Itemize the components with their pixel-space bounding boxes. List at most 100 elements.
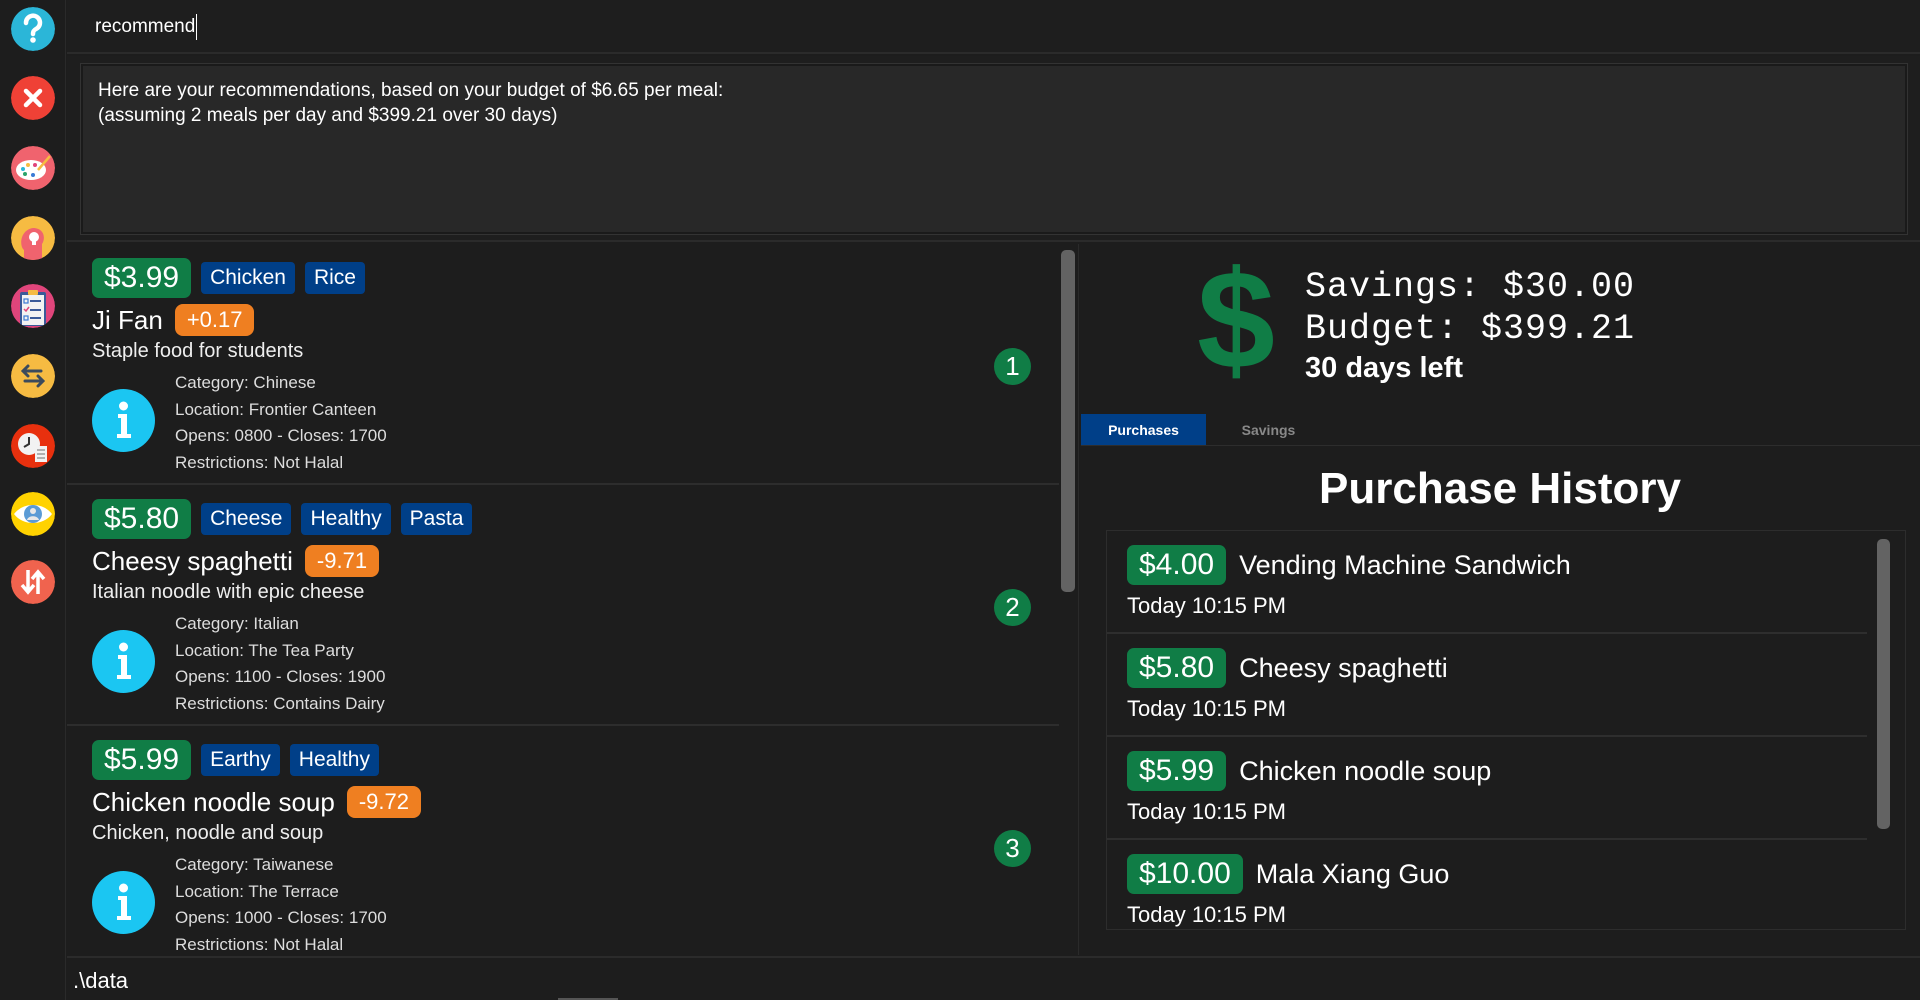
food-tag: Chicken: [201, 262, 295, 294]
purchase-time: Today 10:15 PM: [1127, 902, 1286, 927]
food-hours: Opens: 1000 - Closes: 1700: [175, 908, 387, 927]
idea-head-icon: [11, 216, 55, 260]
swap-button[interactable]: [11, 354, 55, 398]
exit-button[interactable]: [11, 76, 55, 120]
result-display: Here are your recommendations, based on …: [67, 56, 1920, 242]
purchase-time: Today 10:15 PM: [1127, 593, 1286, 618]
clipboard-checklist-icon: [11, 284, 55, 328]
command-input[interactable]: [95, 12, 1875, 42]
food-restrictions: Restrictions: Not Halal: [175, 934, 344, 954]
info-icon: [92, 389, 155, 452]
palette-icon: [11, 146, 55, 190]
food-tag: Pasta: [400, 503, 473, 535]
food-restrictions: Restrictions: Not Halal: [175, 452, 344, 472]
food-description: Staple food for students: [92, 340, 304, 362]
food-location: Location: Frontier Canteen: [175, 399, 377, 419]
command-box: [67, 0, 1920, 54]
food-restrictions: Restrictions: Contains Dairy: [175, 693, 385, 713]
recommendation-card[interactable]: $5.80 Cheese Healthy Pasta Cheesy spaghett…: [67, 485, 1059, 726]
purchase-history-item[interactable]: $4.00 Vending Machine Sandwich Today 10:…: [1107, 531, 1867, 634]
purchase-history-list: $10.00 Mala Xiang Guo Today 10:15 PM $5.…: [1106, 530, 1906, 930]
food-category: Category: Italian: [175, 614, 299, 633]
sort-arrows-icon: [11, 560, 55, 604]
food-name: Chicken noodle soup: [92, 786, 335, 817]
clock-checklist-icon: [11, 424, 55, 468]
rank-badge: 1: [994, 348, 1031, 385]
purchase-history-item[interactable]: $5.80 Cheesy spaghetti Today 10:15 PM: [1107, 634, 1867, 737]
data-file-path: .\data: [73, 968, 129, 993]
budget-difference-badge: +0.17: [174, 304, 255, 336]
budget-difference-badge: -9.72: [346, 786, 421, 818]
purchase-history-item[interactable]: $5.99 Chicken noodle soup Today 10:15 PM: [1107, 737, 1867, 840]
food-tag: Rice: [304, 262, 365, 294]
info-icon: [92, 630, 155, 693]
purchase-price-badge: $4.00: [1127, 545, 1227, 585]
swap-arrows-icon: [11, 354, 55, 398]
help-button[interactable]: [11, 7, 55, 51]
rank-badge: 3: [994, 830, 1031, 867]
recommendation-list-scrollbar[interactable]: [1061, 250, 1075, 592]
food-location: Location: The Tea Party: [175, 640, 354, 660]
purchase-time: Today 10:15 PM: [1127, 696, 1286, 721]
food-details: Category: Taiwanese Location: The Terrac…: [175, 852, 387, 955]
result-text-area[interactable]: Here are your recommendations, based on …: [80, 63, 1908, 235]
recommendation-card[interactable]: $5.99 Earthy Healthy Chicken noodle soup …: [67, 726, 1059, 955]
schedule-button[interactable]: [11, 424, 55, 468]
purchase-time: Today 10:15 PM: [1127, 799, 1286, 824]
purchase-history-title: Purchase History: [1319, 464, 1681, 513]
text-caret: [196, 14, 198, 40]
food-category: Category: Chinese: [175, 373, 316, 392]
price-badge: $3.99: [92, 258, 192, 298]
food-name: Ji Fan: [92, 304, 163, 335]
food-details: Category: Italian Location: The Tea Part…: [175, 611, 385, 717]
dollar-sign-icon: $: [1197, 260, 1275, 385]
purchase-name: Chicken noodle soup: [1239, 755, 1492, 786]
savings-amount: Savings: $30.00: [1305, 267, 1636, 307]
budget-amount: Budget: $399.21: [1305, 309, 1636, 349]
purchase-name: Mala Xiang Guo: [1255, 858, 1450, 889]
recommendation-card[interactable]: $3.99 Chicken Rice Ji Fan +0.17 Staple fo…: [67, 244, 1059, 485]
price-badge: $5.99: [92, 740, 192, 780]
status-bar: .\data: [67, 956, 1920, 1000]
days-left: 30 days left: [1305, 352, 1463, 384]
sidebar: [0, 0, 66, 1000]
food-location: Location: The Terrace: [175, 881, 339, 901]
history-tab-bar: Purchases Savings: [1081, 414, 1920, 446]
price-badge: $5.80: [92, 499, 192, 539]
food-description: Italian noodle with epic cheese: [92, 581, 365, 603]
food-tag: Healthy: [301, 503, 391, 535]
recommend-button[interactable]: [11, 216, 55, 260]
food-tag: Earthy: [201, 744, 280, 776]
purchase-price-badge: $10.00: [1127, 854, 1243, 894]
info-icon: [92, 871, 155, 934]
food-tag: Cheese: [201, 503, 292, 535]
food-details: Category: Chinese Location: Frontier Can…: [175, 370, 387, 476]
view-button[interactable]: [11, 492, 55, 536]
food-hours: Opens: 1100 - Closes: 1900: [175, 667, 386, 686]
food-category: Category: Taiwanese: [175, 855, 334, 874]
svg-text:$: $: [1197, 260, 1275, 385]
savings-panel: $ Savings: $30.00 Budget: $399.21 30 day…: [1078, 244, 1920, 955]
food-tag: Healthy: [289, 744, 379, 776]
purchase-name: Vending Machine Sandwich: [1239, 549, 1571, 580]
food-name: Cheesy spaghetti: [92, 545, 293, 576]
food-description: Chicken, noodle and soup: [92, 822, 324, 844]
purchase-price-badge: $5.99: [1127, 751, 1227, 791]
question-mark-icon: [11, 7, 55, 51]
purchase-history-scrollbar[interactable]: [1877, 539, 1890, 829]
food-hours: Opens: 0800 - Closes: 1700: [175, 426, 387, 445]
result-line-1: Here are your recommendations, based on …: [98, 80, 724, 101]
recommendation-list: $3.99 Chicken Rice Ji Fan +0.17 Staple fo…: [67, 244, 1077, 955]
close-icon: [11, 76, 55, 120]
purchase-name: Cheesy spaghetti: [1239, 652, 1448, 683]
theme-button[interactable]: [11, 146, 55, 190]
savings-summary: Savings: $30.00 Budget: $399.21: [1305, 266, 1635, 350]
tab-savings[interactable]: Savings: [1206, 414, 1331, 445]
checklist-button[interactable]: [11, 284, 55, 328]
purchase-history-item[interactable]: $10.00 Mala Xiang Guo Today 10:15 PM: [1107, 840, 1867, 929]
purchase-price-badge: $5.80: [1127, 648, 1227, 688]
tab-purchases[interactable]: Purchases: [1081, 414, 1206, 445]
eye-user-icon: [11, 492, 55, 536]
sort-button[interactable]: [11, 560, 55, 604]
rank-badge: 2: [994, 589, 1031, 626]
